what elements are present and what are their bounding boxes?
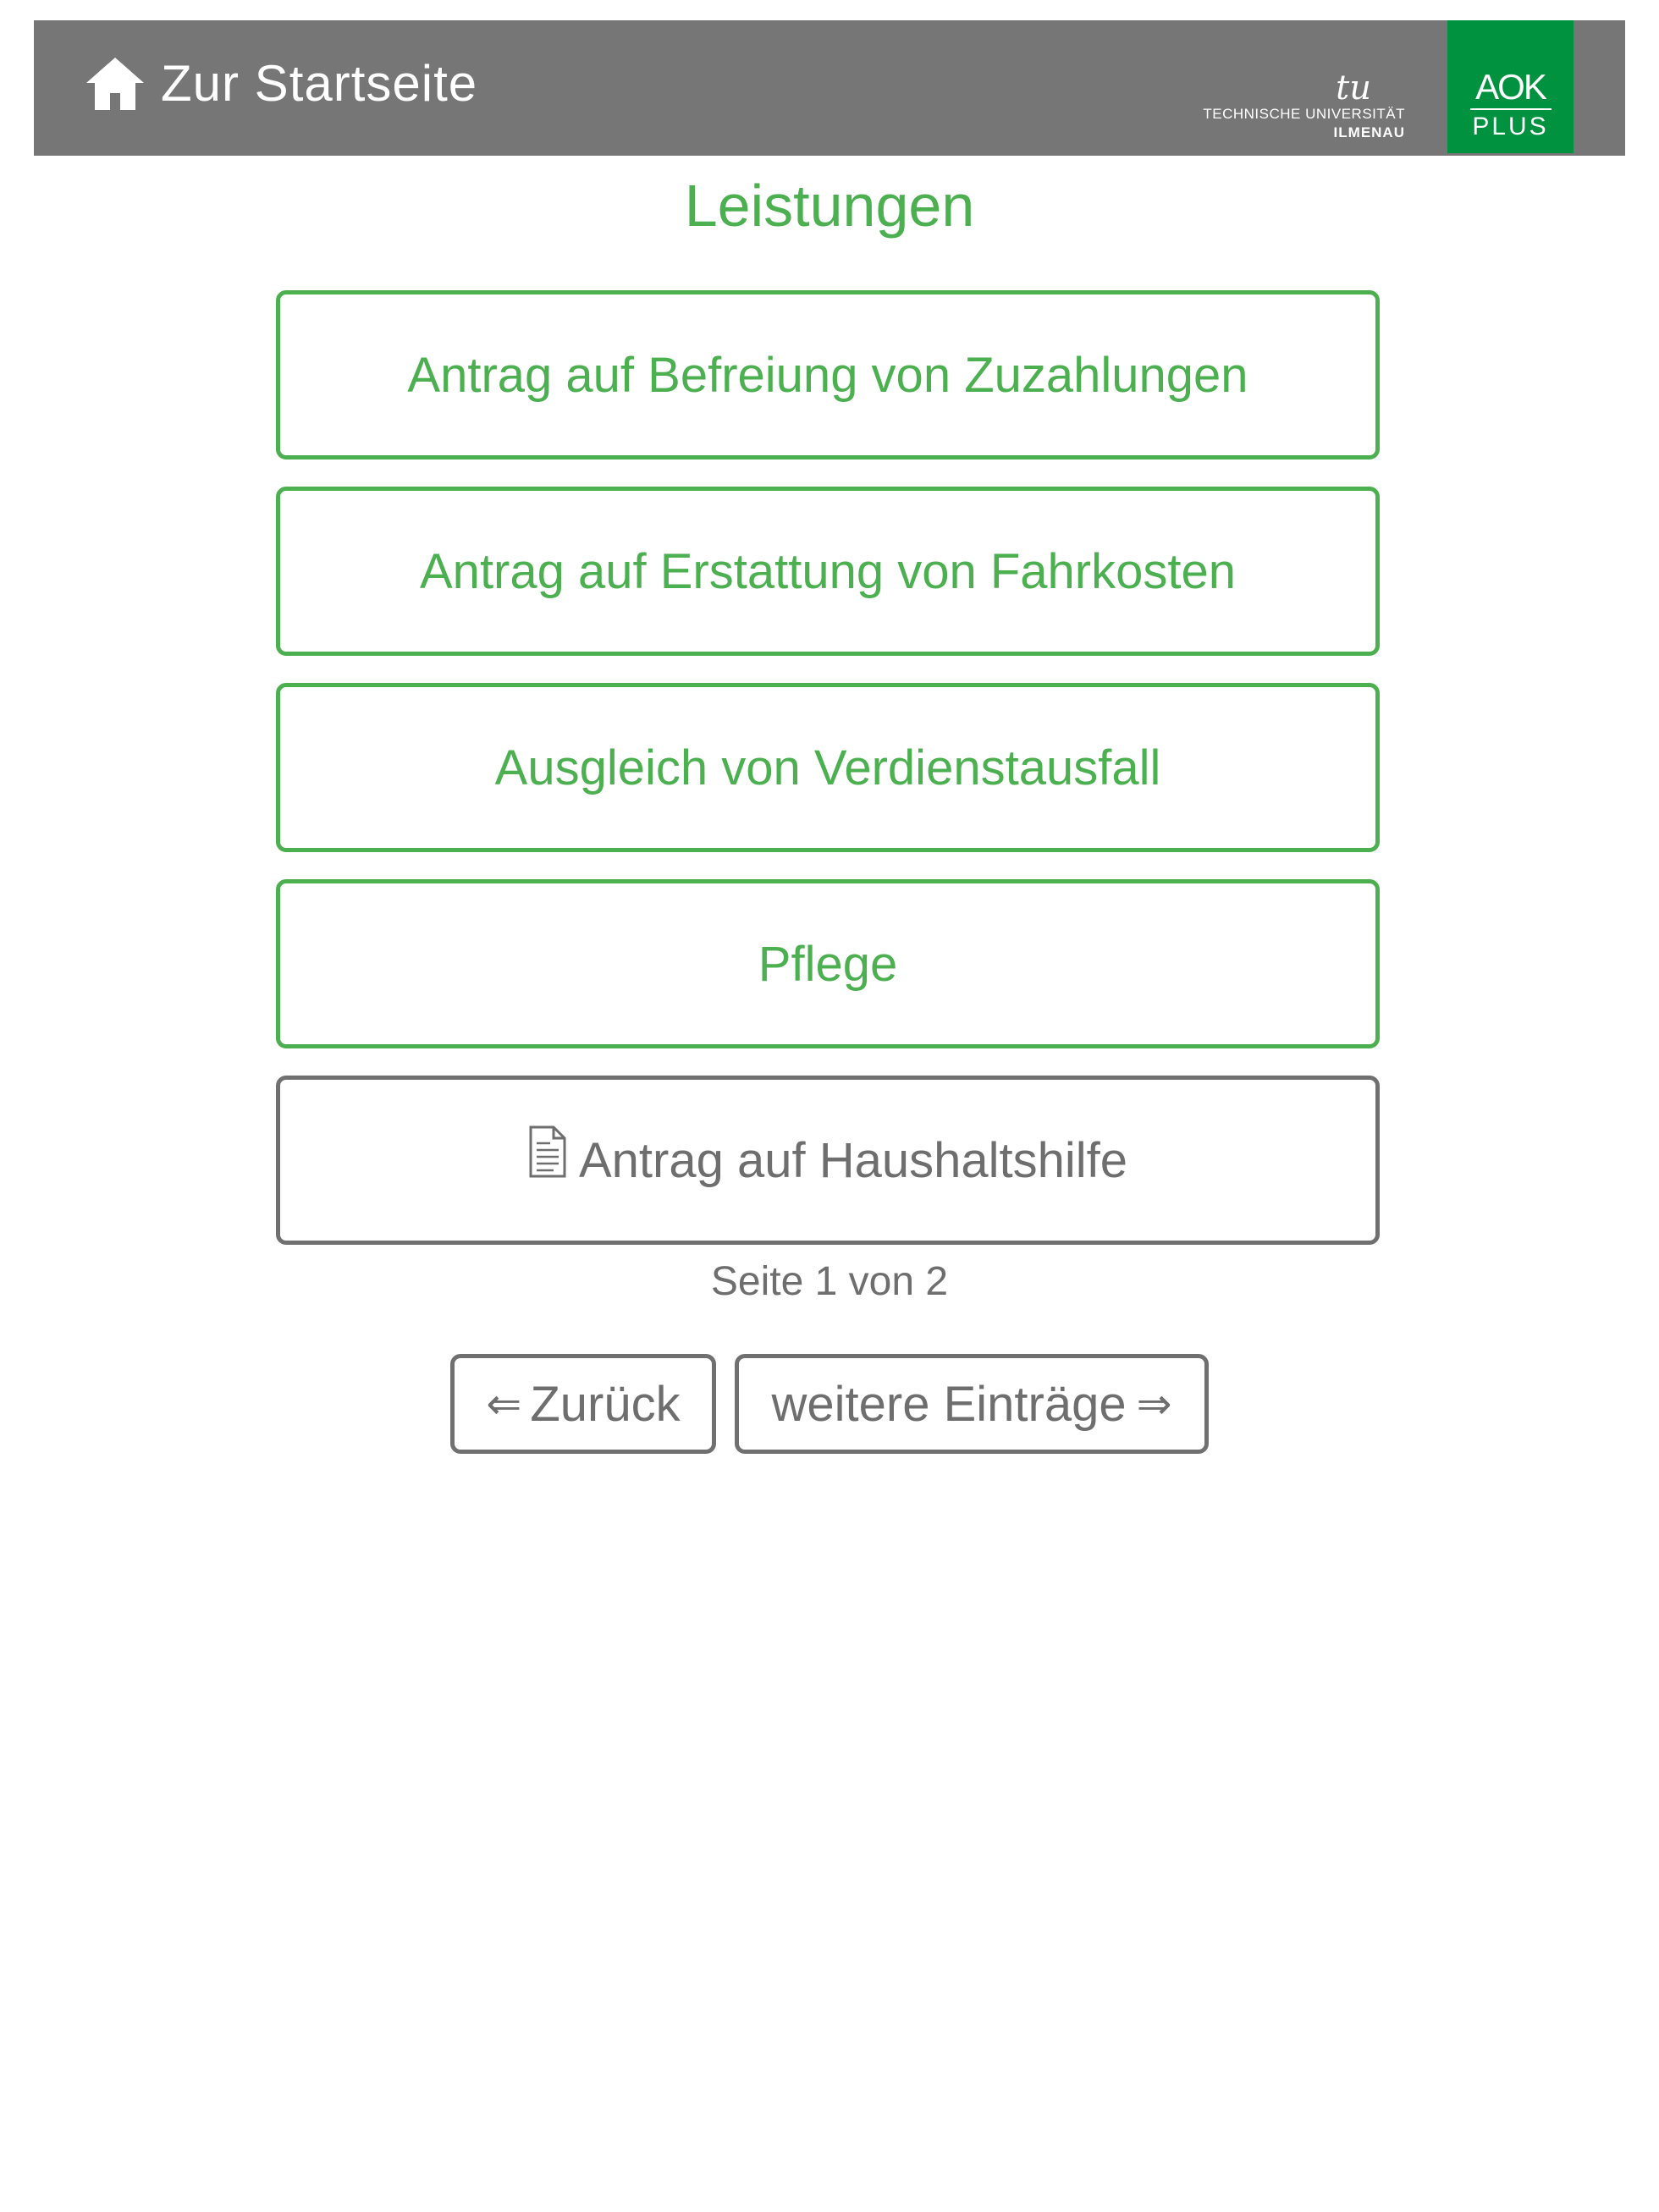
home-label: Zur Startseite bbox=[161, 54, 478, 112]
menu-item-label: Antrag auf Haushaltshilfe bbox=[578, 1132, 1128, 1188]
home-link[interactable]: Zur Startseite bbox=[85, 49, 477, 117]
menu-item-verdienstausfall[interactable]: Ausgleich von Verdienstausfall bbox=[276, 683, 1380, 852]
page-title: Leistungen bbox=[684, 173, 975, 239]
left-arrow-icon: ⇐ bbox=[486, 1379, 522, 1428]
aok-logo-divider bbox=[1469, 108, 1552, 110]
tu-logo-line1: TECHNISCHE UNIVERSITÄT bbox=[1203, 106, 1405, 122]
menu-item-label: Ausgleich von Verdienstausfall bbox=[494, 740, 1161, 795]
menu-item-haushaltshilfe[interactable]: Antrag auf Haushaltshilfe bbox=[276, 1076, 1380, 1245]
aok-plus-logo: AOK PLUS bbox=[1447, 20, 1574, 153]
menu-item-befreiung-zuzahlungen[interactable]: Antrag auf Befreiung von Zuzahlungen bbox=[276, 290, 1380, 459]
back-button-label: Zurück bbox=[530, 1376, 681, 1432]
next-button-label: weitere Einträge bbox=[771, 1376, 1127, 1432]
aok-logo-bottom: PLUS bbox=[1472, 113, 1549, 140]
menu-item-erstattung-fahrkosten[interactable]: Antrag auf Erstattung von Fahrkosten bbox=[276, 487, 1380, 656]
tu-ilmenau-logo: tu TECHNISCHE UNIVERSITÄT ILMENAU bbox=[1202, 71, 1405, 147]
page-indicator: Seite 1 von 2 bbox=[710, 1259, 949, 1304]
back-button[interactable]: ⇐ Zurück bbox=[450, 1354, 716, 1454]
home-icon bbox=[86, 58, 144, 110]
tu-logo-mark: tu bbox=[1336, 69, 1371, 107]
document-icon bbox=[529, 1125, 566, 1178]
right-arrow-icon: ⇒ bbox=[1136, 1379, 1172, 1428]
menu-item-label: Antrag auf Befreiung von Zuzahlungen bbox=[407, 347, 1248, 403]
header-bar: Zur Startseite tu TECHNISCHE UNIVERSITÄT… bbox=[34, 20, 1625, 156]
menu-item-pflege[interactable]: Pflege bbox=[276, 879, 1380, 1048]
next-entries-button[interactable]: weitere Einträge ⇒ bbox=[735, 1354, 1209, 1454]
menu-item-label: Pflege bbox=[758, 936, 898, 992]
menu-item-label: Antrag auf Erstattung von Fahrkosten bbox=[420, 543, 1236, 599]
aok-logo-top: AOK bbox=[1475, 67, 1547, 107]
tu-logo-line2: ILMENAU bbox=[1333, 124, 1405, 140]
